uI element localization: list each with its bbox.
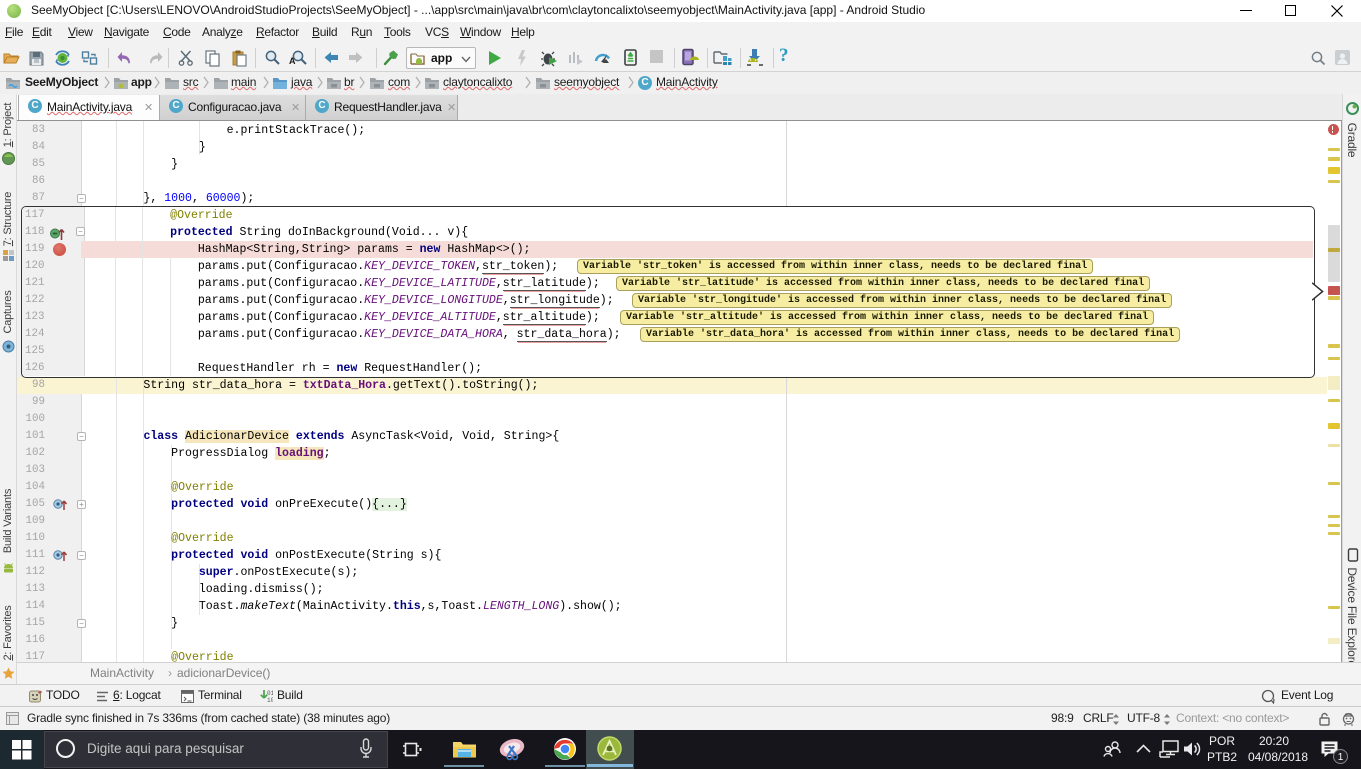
svg-text:A: A: [289, 56, 296, 66]
svg-text:01: 01: [267, 690, 273, 697]
svg-text:10: 10: [267, 697, 273, 704]
